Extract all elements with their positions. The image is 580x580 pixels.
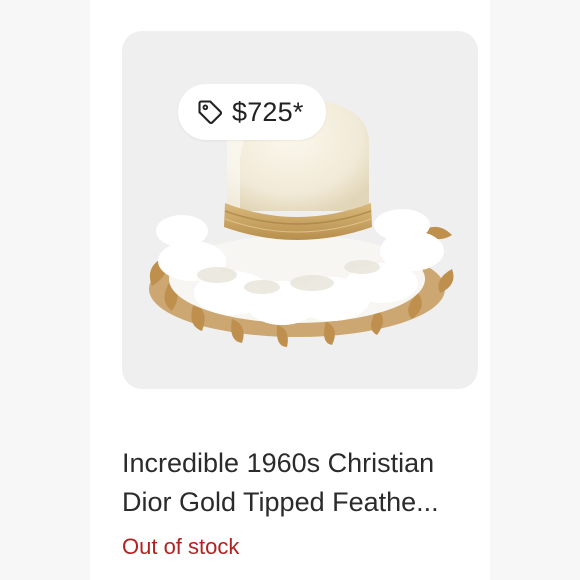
product-title-line-2: Dior Gold Tipped Feathe... (122, 487, 439, 517)
product-image[interactable]: $725* (122, 31, 478, 389)
product-title[interactable]: Incredible 1960s Christian Dior Gold Tip… (122, 444, 478, 522)
page-margin-left (0, 0, 90, 580)
product-card[interactable]: $725* Incredible 1960s Christian Dior Go… (90, 0, 490, 580)
price-label: $725* (232, 96, 304, 127)
price-tag-icon (198, 100, 223, 125)
price-badge: $725* (178, 84, 326, 140)
stock-status: Out of stock (122, 534, 240, 559)
product-title-line-1: Incredible 1960s Christian (122, 448, 435, 478)
page-margin-right (490, 0, 580, 580)
